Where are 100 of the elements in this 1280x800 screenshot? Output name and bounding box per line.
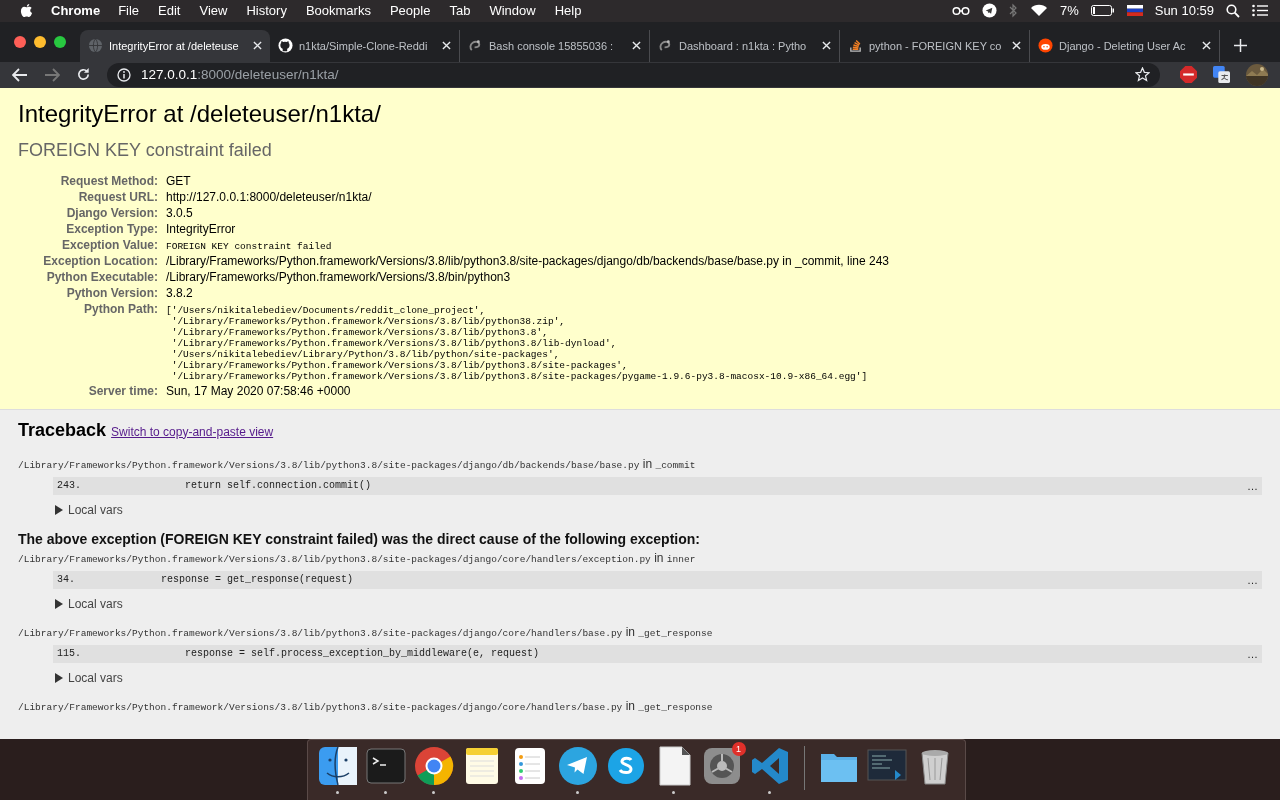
function-name: _get_response [638, 701, 713, 713]
back-icon[interactable] [12, 67, 28, 82]
close-icon[interactable] [442, 41, 451, 51]
minimize-window-button[interactable] [34, 35, 46, 48]
reload-icon[interactable] [76, 67, 91, 83]
flag-icon[interactable] [1126, 5, 1143, 17]
field-label: Exception Location: [18, 252, 166, 269]
copy-paste-link[interactable]: Switch to copy-and-paste view [111, 424, 274, 439]
address-bar[interactable]: 127.0.0.1:8000/deleteuser/n1kta/ [107, 62, 1160, 87]
browser-tab[interactable]: n1kta/Simple-Clone-Reddi [270, 29, 460, 62]
file-path: /Library/Frameworks/Python.framework/Versions/3.8/lib/python3.8/site-packages/django/core/handlers/base.py [18, 627, 623, 639]
line-number: 115. [57, 648, 82, 660]
field-value: '/Users/nikitalebediev/Library/Python/3.8/lib/python/site-packages', [170, 348, 561, 360]
browser-tab[interactable]: Django - Deleting User Ac [1030, 29, 1220, 62]
field-label: Server time: [18, 382, 166, 399]
field-value: Sun, 17 May 2020 07:58:46 +0000 [166, 383, 352, 398]
expand-ellipsis[interactable]: … [1247, 647, 1258, 660]
battery-icon[interactable] [1090, 5, 1115, 17]
menu-item[interactable]: Help [554, 3, 582, 19]
caret-icon [54, 504, 64, 515]
zoom-window-button[interactable] [54, 35, 66, 48]
ad-block-icon[interactable] [1180, 66, 1197, 84]
close-icon[interactable] [822, 41, 831, 51]
field-value: '/Library/Frameworks/Python.framework/Versions/3.8/lib/python3.8/lib-dynload', [170, 337, 618, 349]
local-vars-toggle[interactable]: Local vars [54, 596, 123, 611]
file-path: /Library/Frameworks/Python.framework/Versions/3.8/lib/python3.8/site-packages/django/db/backends/base/base.py [18, 459, 640, 471]
function-name: _get_response [638, 627, 713, 639]
menu-item[interactable]: People [389, 3, 431, 19]
close-icon[interactable] [1012, 41, 1021, 51]
search-icon[interactable] [1226, 3, 1240, 18]
in-label: in [654, 550, 664, 565]
translate-icon[interactable] [1213, 66, 1230, 84]
code-text: response = get_response(request) [160, 574, 354, 586]
apple-icon[interactable] [20, 3, 33, 19]
field-value: 3.8.2 [166, 285, 194, 300]
menu-item[interactable]: View [199, 3, 228, 19]
menu-item[interactable]: History [246, 3, 287, 19]
forward-icon[interactable] [44, 67, 60, 82]
browser-tab[interactable]: python - FOREIGN KEY co [840, 29, 1030, 62]
menu-item[interactable]: Edit [158, 3, 181, 19]
wifi-icon[interactable] [1029, 4, 1048, 18]
close-icon[interactable] [1202, 41, 1211, 51]
function-name: inner [666, 553, 696, 565]
field-label: Python Executable: [18, 268, 166, 285]
telegram-icon[interactable] [981, 3, 997, 19]
field-label: Python Version: [18, 284, 166, 301]
close-icon[interactable] [253, 41, 262, 51]
reddit-icon [1038, 38, 1053, 54]
star-icon[interactable] [1135, 67, 1150, 83]
menu-item[interactable]: File [118, 3, 140, 19]
running-indicator [336, 791, 339, 794]
line-number: 243. [57, 480, 82, 492]
file-path: /Library/Frameworks/Python.framework/Versions/3.8/lib/python3.8/site-packages/django/core/handlers/base.py [18, 701, 623, 713]
glasses-icon[interactable] [951, 5, 970, 16]
field-value: ['/Users/nikitalebediev/Documents/reddit_clone_project', [166, 304, 487, 316]
browser-tab[interactable]: Dashboard : n1kta : Pytho [650, 29, 840, 62]
clock[interactable]: Sun 10:59 [1154, 3, 1214, 19]
line-number: 34. [57, 574, 76, 586]
local-vars-toggle[interactable]: Local vars [54, 502, 123, 517]
field-label: Django Version: [18, 204, 166, 221]
running-indicator [768, 791, 771, 794]
function-name: _commit [655, 459, 696, 471]
menu-item[interactable]: Tab [449, 3, 471, 19]
github-icon [278, 38, 293, 54]
caret-icon [54, 598, 64, 609]
info-icon [117, 67, 131, 82]
local-vars-toggle[interactable]: Local vars [54, 670, 123, 685]
browser-tab[interactable]: IntegrityError at /deleteuse [80, 29, 270, 62]
running-indicator [672, 791, 675, 794]
close-window-button[interactable] [14, 35, 26, 48]
browser-tab[interactable]: Bash console 15855036 : [460, 29, 650, 62]
in-label: in [642, 456, 653, 471]
in-label: in [625, 698, 635, 713]
running-indicator [384, 791, 387, 794]
field-value: '/Library/Frameworks/Python.framework/Versions/3.8/lib/python38.zip', [170, 315, 567, 327]
app-menu[interactable]: Chrome [51, 3, 101, 19]
field-value: IntegrityError [166, 221, 237, 236]
field-value: 3.0.5 [166, 205, 194, 220]
caret-icon [54, 672, 64, 683]
close-icon[interactable] [632, 41, 641, 51]
code-text: response = self.process_exception_by_middleware(e, request) [184, 648, 540, 660]
running-indicator [432, 791, 435, 794]
field-label: Exception Type: [65, 220, 159, 237]
field-value: GET [166, 173, 192, 188]
cause-heading: The above exception (FOREIGN KEY constraint failed) was the direct cause of the following exception: [18, 530, 701, 547]
field-value: '/Library/Frameworks/Python.framework/Versions/3.8/lib/python3.8', [170, 326, 549, 338]
menu-item[interactable]: Bookmarks [305, 3, 371, 19]
field-label: Exception Value: [18, 236, 166, 253]
error-subtitle: FOREIGN KEY constraint failed [18, 139, 273, 161]
menu-item[interactable]: Window [489, 3, 536, 19]
field-value: /Library/Frameworks/Python.framework/Versions/3.8/bin/python3 [166, 269, 512, 284]
expand-ellipsis[interactable]: … [1247, 479, 1258, 492]
list-icon[interactable] [1252, 4, 1268, 18]
error-title: IntegrityError at /deleteuser/n1kta/ [18, 99, 382, 128]
running-indicator [576, 791, 579, 794]
expand-ellipsis[interactable]: … [1247, 573, 1258, 586]
new-tab-icon[interactable] [1234, 38, 1247, 52]
battery-percent: 7% [1059, 3, 1079, 19]
bluetooth-icon[interactable] [1008, 3, 1018, 19]
url-path: :8000/deleteuser/n1kta/ [197, 67, 339, 83]
